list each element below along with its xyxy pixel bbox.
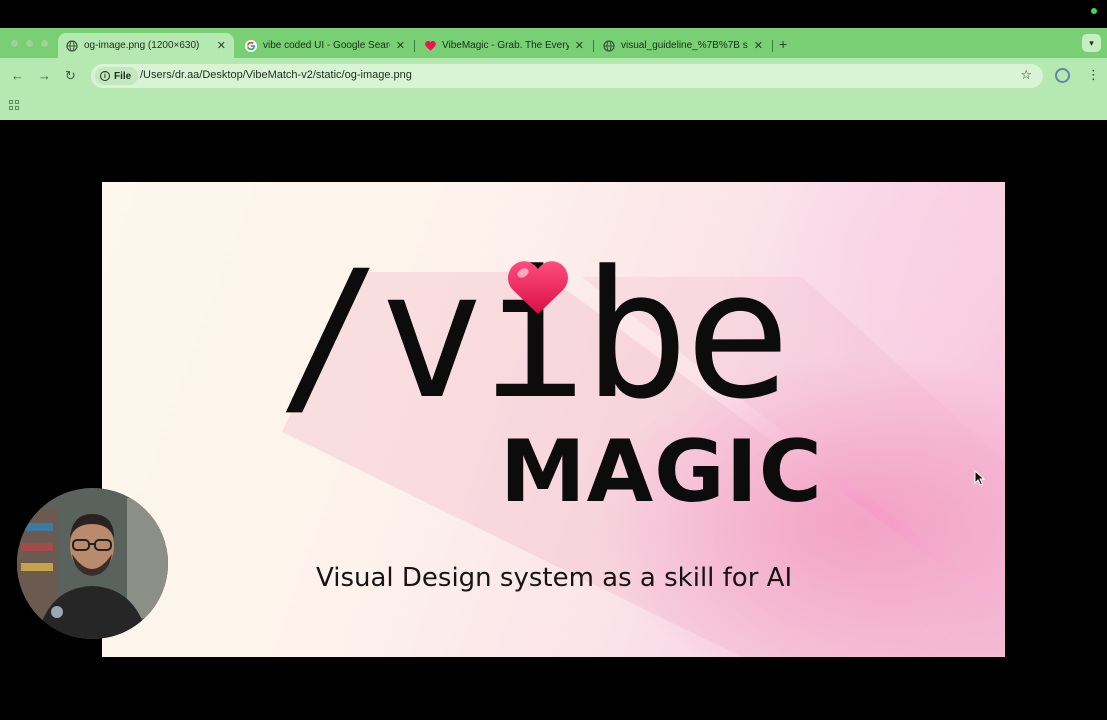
apps-grid-icon[interactable] [9,100,20,111]
tab-google-search[interactable]: vibe coded UI - Google Search ✕ [237,33,413,58]
reload-icon[interactable]: ↻ [65,68,76,84]
tab-og-image[interactable]: og-image.png (1200×630) ✕ [58,33,234,58]
globe-icon [603,39,615,52]
tab-separator [593,40,594,52]
new-tab-plus-icon[interactable]: + [779,36,787,52]
presenter-avatar [17,488,168,639]
tagline: Visual Design system as a skill for AI [316,563,793,593]
tab-close-icon[interactable]: ✕ [575,39,584,52]
tab-close-icon[interactable]: ✕ [754,39,763,52]
tab-title: visual_guideline_%7B%7B sc [621,40,748,51]
mouse-cursor-icon [974,470,986,486]
tab-close-icon[interactable]: ✕ [396,39,405,52]
window-minimize-icon[interactable] [25,39,34,48]
screen-top-bar [0,0,1107,28]
profile-extension-icon[interactable] [1055,68,1070,83]
tab-strip: og-image.png (1200×630) ✕ vibe coded UI … [0,28,1107,58]
webcam-overlay [17,488,168,639]
og-image: /vibe MAGIC Visual Design system as a sk… [102,182,1005,657]
tab-search-chevron-icon[interactable]: ▾ [1082,34,1101,52]
forward-arrow-icon[interactable]: → [38,68,51,83]
site-info-chip[interactable]: i File [95,67,139,85]
bookmark-star-icon[interactable]: ☆ [1020,67,1032,83]
scheme-label: File [114,70,132,82]
url-text[interactable]: /Users/dr.aa/Desktop/VibeMatch-v2/static… [140,69,412,81]
logo-magic-text: MAGIC [500,422,823,522]
window-zoom-icon[interactable] [40,39,49,48]
tab-close-icon[interactable]: ✕ [217,39,226,52]
tab-title: VibeMagic - Grab. The Everyt [442,40,569,51]
window-close-icon[interactable] [10,39,19,48]
recording-indicator-icon [1091,8,1097,14]
tab-separator [772,40,773,52]
more-menu-icon[interactable]: ⋮ [1087,67,1100,83]
heart-icon [508,261,568,314]
address-bar[interactable]: i File /Users/dr.aa/Desktop/VibeMatch-v2… [91,64,1043,88]
info-icon: i [100,71,110,81]
browser-chrome: og-image.png (1200×630) ✕ vibe coded UI … [0,28,1107,120]
tab-vibemagic[interactable]: VibeMagic - Grab. The Everyt ✕ [416,33,592,58]
tab-title: vibe coded UI - Google Search [263,40,390,51]
tab-separator [414,40,415,52]
tab-title: og-image.png (1200×630) [84,40,200,51]
heart-icon [424,40,436,52]
back-arrow-icon[interactable]: ← [11,68,24,83]
google-icon [245,39,257,52]
globe-icon [66,39,78,52]
tab-visual-guideline[interactable]: visual_guideline_%7B%7B sc ✕ [595,33,771,58]
